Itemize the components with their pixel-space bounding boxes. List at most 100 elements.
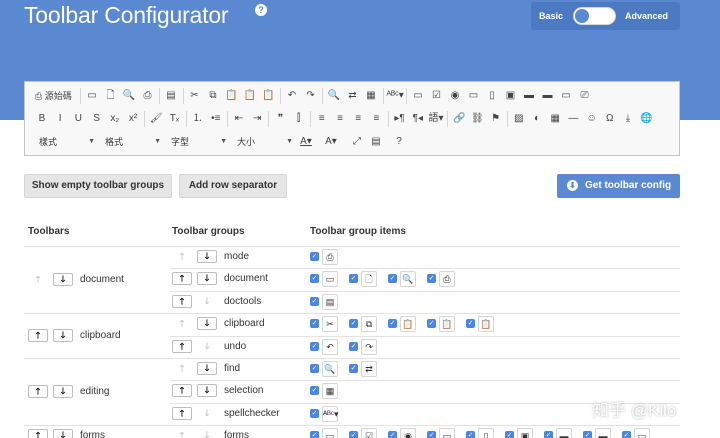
outdent-icon[interactable]: ⇤ (231, 111, 247, 127)
numbered-list-icon[interactable]: ⒈ (190, 111, 206, 127)
format-combo-3[interactable]: 大小 ▼ (233, 134, 295, 150)
spellcheck-icon[interactable]: ᴬᴮᶜ▾ (387, 88, 404, 104)
group-item[interactable]: ✓ 📋 (427, 316, 457, 333)
image-icon[interactable]: ▨ (511, 111, 527, 127)
show-blocks-icon[interactable]: ▤ (368, 134, 384, 150)
replace-icon[interactable]: ⇄ (345, 88, 361, 104)
item-checkbox[interactable]: ✓ (310, 386, 319, 396)
paste-icon[interactable]: 📋 (224, 88, 240, 104)
item-checkbox[interactable]: ✓ (466, 431, 475, 438)
group-item[interactable]: ✓ ☑ (349, 428, 379, 438)
iframe-icon[interactable]: 🌐 (638, 111, 654, 127)
group-item[interactable]: ✓ ✂ (310, 316, 340, 333)
group-move-up-button[interactable]: 🡑 (172, 294, 192, 308)
item-checkbox[interactable]: ✓ (349, 319, 358, 329)
copy-icon[interactable]: ⧉ (205, 88, 221, 104)
smiley-icon[interactable]: ☺ (584, 111, 600, 127)
about-icon[interactable]: ? (391, 134, 407, 150)
new-page-icon[interactable]: 🗋 (103, 88, 119, 104)
bold-icon[interactable]: B (34, 111, 50, 127)
undo-icon[interactable]: ↶ (284, 88, 300, 104)
align-center-icon[interactable]: ≡ (332, 111, 348, 127)
group-item[interactable]: ✓ ⇄ (349, 361, 379, 377)
div-icon[interactable]: ⫿ (291, 111, 307, 127)
cut-icon[interactable]: ✂ (187, 88, 203, 104)
link-icon[interactable]: 🔗 (451, 111, 467, 127)
toolbar-move-up-button[interactable]: 🡑 (28, 328, 48, 342)
item-checkbox[interactable]: ✓ (310, 319, 319, 329)
textfield-icon[interactable]: ▭ (466, 88, 482, 104)
mode-basic-label[interactable]: Basic (539, 11, 563, 21)
group-item[interactable]: ✓ ▦ (310, 383, 340, 400)
group-item[interactable]: ✓ 🗋 (349, 271, 379, 288)
item-checkbox[interactable]: ✓ (427, 274, 436, 284)
bg-color-icon[interactable]: A▾ (320, 134, 342, 150)
save-icon[interactable]: ▭ (84, 88, 100, 104)
item-checkbox[interactable]: ✓ (349, 364, 358, 373)
group-item[interactable]: ✓ 🔍 (310, 361, 340, 377)
item-checkbox[interactable]: ✓ (544, 431, 553, 438)
item-checkbox[interactable]: ✓ (349, 341, 358, 351)
toolbar-move-down-button[interactable]: 🡓 (53, 429, 73, 438)
toolbar-move-down-button[interactable]: 🡓 (53, 384, 73, 398)
ltr-icon[interactable]: ▸¶ (392, 111, 408, 127)
item-checkbox[interactable]: ✓ (310, 364, 319, 373)
form-icon[interactable]: ▭ (410, 88, 426, 104)
group-item[interactable]: ✓ ▯ (466, 428, 496, 438)
item-checkbox[interactable]: ✓ (310, 252, 319, 261)
maximize-icon[interactable]: ⤢ (349, 134, 365, 150)
group-move-down-button[interactable]: 🡓 (197, 317, 217, 331)
print-icon[interactable]: ⎙ (140, 88, 156, 104)
button-icon[interactable]: ▬ (521, 88, 537, 104)
group-item[interactable]: ✓ 📋 (388, 316, 418, 333)
toolbar-move-up-button[interactable]: 🡑 (28, 429, 48, 438)
item-checkbox[interactable]: ✓ (310, 341, 319, 351)
format-combo-2[interactable]: 字型 ▼ (167, 134, 229, 150)
show-empty-groups-button[interactable]: Show empty toolbar groups (24, 174, 172, 198)
item-checkbox[interactable]: ✓ (427, 431, 436, 438)
group-item[interactable]: ✓ ▭ (622, 428, 652, 438)
get-toolbar-config-button[interactable]: ⬇ Get toolbar config (557, 174, 680, 198)
item-checkbox[interactable]: ✓ (349, 431, 358, 438)
strike-icon[interactable]: S (89, 111, 105, 127)
item-checkbox[interactable]: ✓ (427, 319, 436, 329)
blockquote-icon[interactable]: ❞ (272, 111, 288, 127)
superscript-icon[interactable]: x² (125, 111, 141, 127)
align-left-icon[interactable]: ≡ (314, 111, 330, 127)
item-checkbox[interactable]: ✓ (310, 296, 319, 306)
group-move-up-button[interactable]: 🡑 (172, 339, 192, 353)
special-char-icon[interactable]: Ω (602, 111, 618, 127)
group-item[interactable]: ✓ 🔍 (388, 271, 418, 288)
language-icon[interactable]: 語▾ (428, 111, 444, 127)
flash-icon[interactable]: ◐ (529, 111, 545, 127)
help-icon[interactable]: ? (255, 4, 267, 16)
group-item[interactable]: ✓ ⧉ (349, 316, 379, 333)
item-checkbox[interactable]: ✓ (310, 274, 319, 284)
mode-advanced-label[interactable]: Advanced (625, 11, 668, 21)
item-checkbox[interactable]: ✓ (310, 408, 319, 418)
group-move-down-button[interactable]: 🡓 (197, 384, 217, 398)
indent-icon[interactable]: ⇥ (249, 111, 265, 127)
text-color-icon[interactable]: A▾ (295, 134, 317, 150)
item-checkbox[interactable]: ✓ (583, 431, 592, 438)
select-icon[interactable]: ▣ (503, 88, 519, 104)
item-checkbox[interactable]: ✓ (388, 431, 397, 438)
underline-icon[interactable]: U (70, 111, 86, 127)
checkbox-icon[interactable]: ☑ (429, 88, 445, 104)
hidden-field-icon[interactable]: ▭ (558, 88, 574, 104)
justify-icon[interactable]: ≡ (368, 111, 384, 127)
group-item[interactable]: ✓ ▭ (310, 428, 340, 438)
group-move-up-button[interactable]: 🡑 (172, 406, 192, 420)
group-move-down-button[interactable]: 🡓 (197, 362, 217, 375)
page-break-icon[interactable]: ⤓ (620, 111, 636, 127)
item-checkbox[interactable]: ✓ (310, 431, 319, 438)
group-item[interactable]: ✓ ▬ (544, 428, 574, 438)
mode-toggle[interactable] (573, 7, 616, 25)
group-item[interactable]: ✓ ⎙ (427, 271, 457, 288)
group-move-down-button[interactable]: 🡓 (197, 250, 217, 263)
group-item[interactable]: ✓ ◉ (388, 428, 418, 438)
item-checkbox[interactable]: ✓ (622, 431, 631, 438)
group-item[interactable]: ✓ ▤ (310, 293, 340, 310)
group-item[interactable]: ✓ ᴬᴮᶜ▾ (310, 405, 340, 422)
group-item[interactable]: ✓ ▭ (427, 428, 457, 438)
